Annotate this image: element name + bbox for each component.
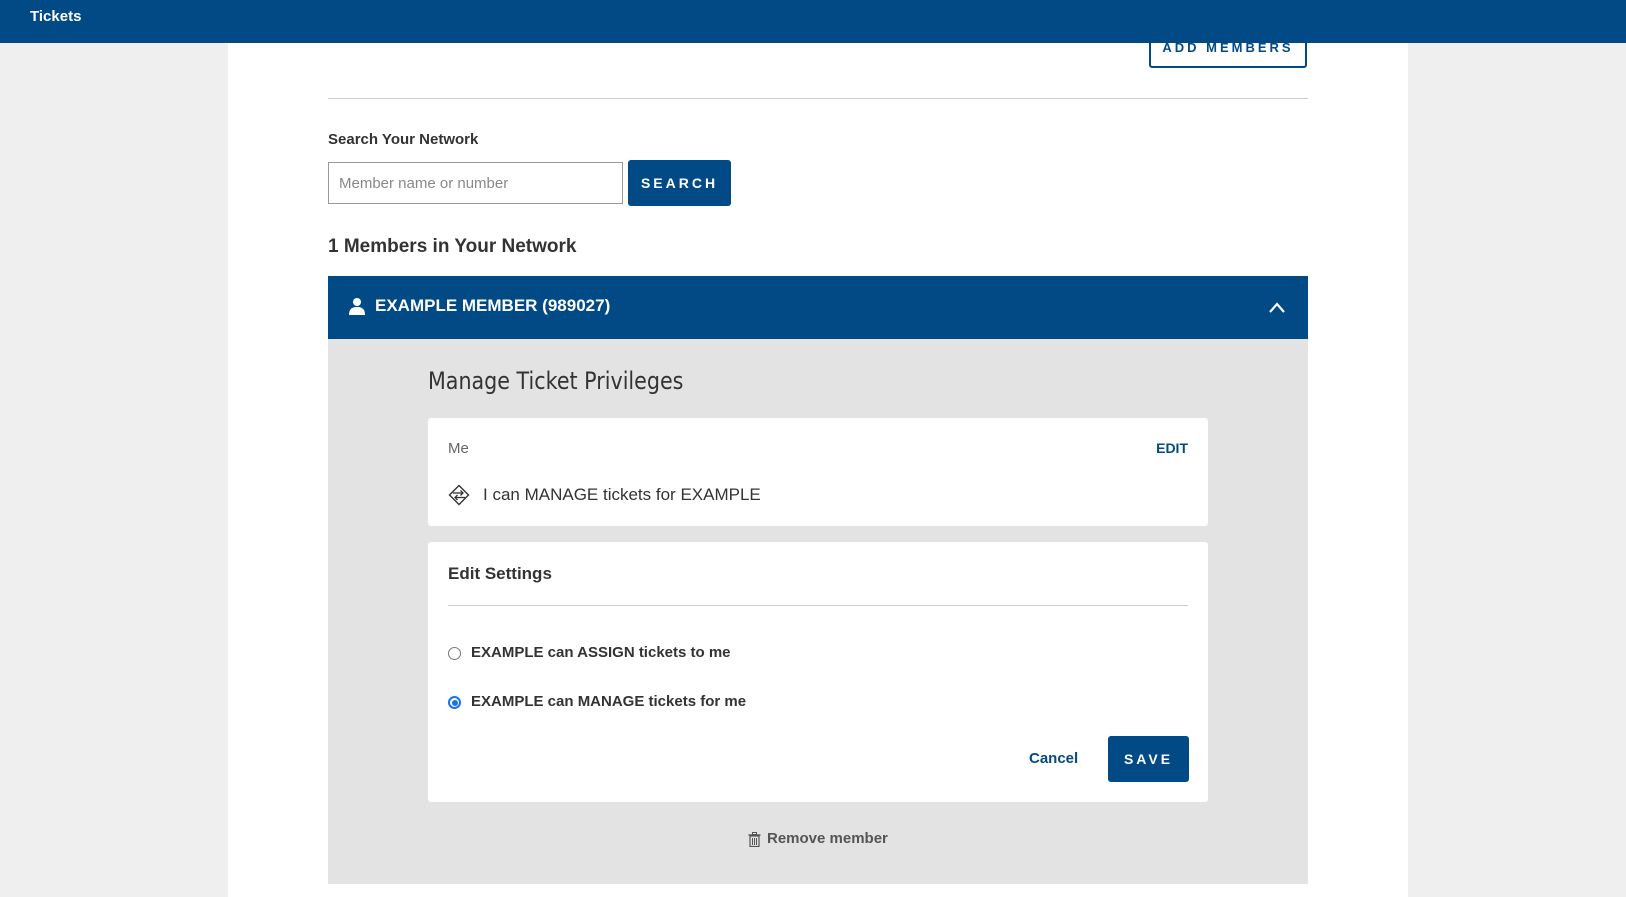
section-divider — [328, 98, 1308, 99]
member-accordion-body: Manage Ticket Privileges Me EDIT I can M… — [328, 339, 1308, 884]
edit-settings-divider — [448, 605, 1188, 606]
me-label: Me — [448, 440, 469, 457]
member-name: EXAMPLE MEMBER (989027) — [375, 296, 611, 315]
chevron-up-icon[interactable] — [1268, 300, 1286, 314]
ticket-icon — [448, 484, 470, 506]
privilege-status-text: I can MANAGE tickets for EXAMPLE — [483, 485, 761, 504]
member-accordion-header[interactable]: EXAMPLE MEMBER (989027) — [328, 276, 1308, 339]
radio-label-manage: EXAMPLE can MANAGE tickets for me — [471, 693, 747, 710]
app-title: Tickets — [30, 8, 82, 25]
person-icon — [349, 298, 365, 315]
edit-settings-title: Edit Settings — [448, 564, 552, 583]
save-button[interactable]: SAVE — [1108, 736, 1189, 782]
cancel-button[interactable]: Cancel — [1029, 750, 1078, 767]
edit-settings-card: Edit Settings EXAMPLE can ASSIGN tickets… — [428, 542, 1208, 802]
top-bar: Tickets — [0, 0, 1626, 43]
members-count-heading: 1 Members in Your Network — [328, 236, 577, 257]
search-button[interactable]: SEARCH — [628, 160, 731, 206]
search-label: Search Your Network — [328, 131, 479, 148]
edit-link[interactable]: EDIT — [1156, 440, 1188, 456]
radio-button-manage[interactable] — [448, 696, 461, 709]
radio-button-assign[interactable] — [448, 647, 461, 660]
my-privilege-card: Me EDIT I can MANAGE tickets for EXAMPLE — [428, 418, 1208, 526]
trash-icon — [748, 832, 761, 847]
manage-privileges-title: Manage Ticket Privileges — [428, 367, 684, 395]
radio-label-assign: EXAMPLE can ASSIGN tickets to me — [471, 644, 731, 661]
remove-member-label: Remove member — [767, 830, 888, 847]
search-input[interactable] — [328, 162, 623, 204]
